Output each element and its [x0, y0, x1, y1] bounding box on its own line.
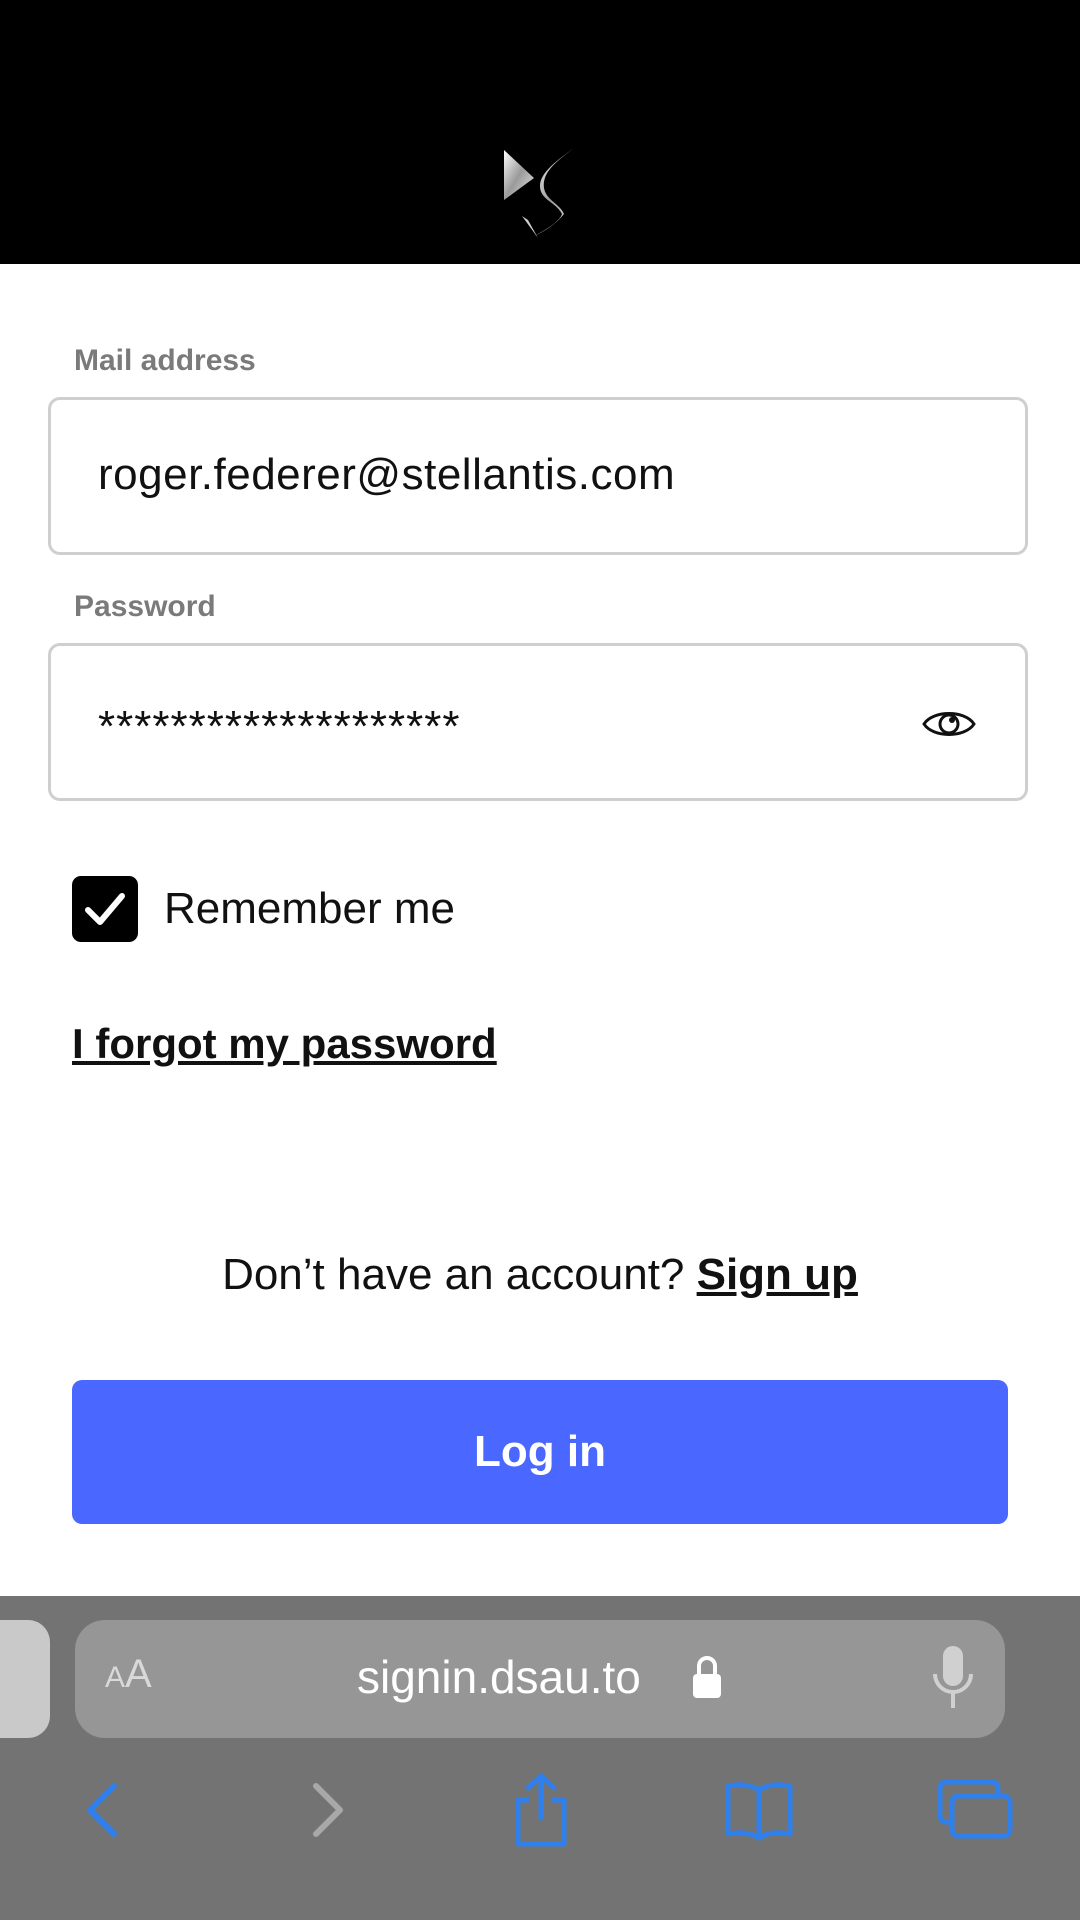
remember-me-label: Remember me	[164, 884, 455, 933]
ds-logo	[504, 148, 574, 238]
browser-toolbar: AA signin.dsau.to	[0, 1596, 1080, 1920]
signup-link[interactable]: Sign up	[697, 1250, 858, 1299]
share-icon[interactable]	[506, 1772, 576, 1848]
app-header	[0, 0, 1080, 264]
lock-icon	[693, 1656, 721, 1698]
password-label: Password	[74, 590, 216, 623]
signup-prompt: Don’t have an account?	[222, 1250, 697, 1299]
forgot-password-link[interactable]: I forgot my password	[72, 1020, 497, 1068]
url-text: signin.dsau.to	[357, 1651, 641, 1703]
email-value: roger.federer@stellantis.com	[98, 450, 676, 499]
address-bar[interactable]: AA signin.dsau.to	[75, 1620, 1005, 1738]
email-field[interactable]: roger.federer@stellantis.com	[48, 397, 1028, 555]
password-field[interactable]: ********************	[48, 643, 1028, 801]
tabs-icon[interactable]	[936, 1778, 1016, 1842]
forward-icon[interactable]	[292, 1778, 362, 1842]
email-label: Mail address	[74, 344, 256, 377]
checkmark-icon	[85, 893, 125, 925]
previous-tab-preview[interactable]	[0, 1620, 50, 1738]
password-value: ********************	[98, 702, 461, 751]
text-size-icon[interactable]: AA	[105, 1652, 152, 1697]
signup-row: Don’t have an account? Sign up	[0, 1250, 1080, 1300]
eye-icon[interactable]	[921, 704, 977, 744]
back-icon[interactable]	[68, 1778, 138, 1842]
bookmarks-icon[interactable]	[724, 1778, 794, 1842]
login-button[interactable]: Log in	[72, 1380, 1008, 1524]
microphone-icon[interactable]	[931, 1644, 975, 1714]
remember-me-checkbox[interactable]	[72, 876, 138, 942]
